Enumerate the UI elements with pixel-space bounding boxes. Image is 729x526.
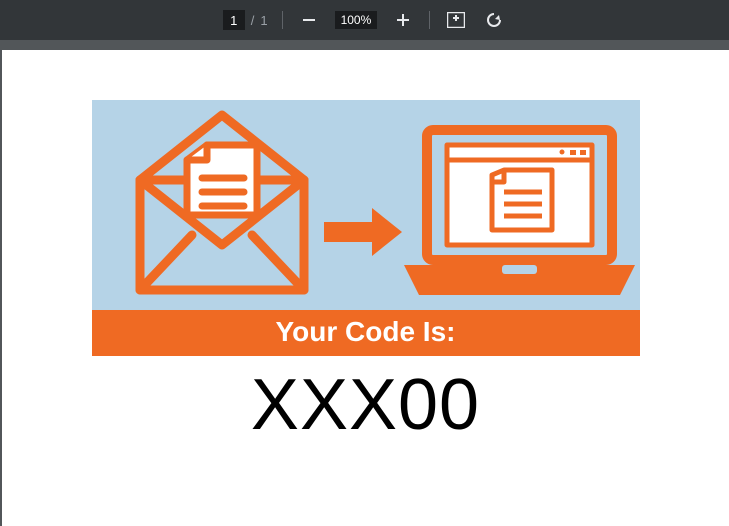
page-indicator: / 1 bbox=[223, 10, 268, 30]
rotate-icon bbox=[485, 11, 503, 29]
banner-svg bbox=[92, 100, 640, 310]
pdf-viewport: Your Code Is: XXX00 bbox=[0, 50, 729, 526]
pdf-toolbar: / 1 100% bbox=[0, 0, 729, 40]
envelope-document-icon bbox=[140, 115, 304, 290]
fit-page-icon bbox=[447, 12, 465, 28]
rotate-button[interactable] bbox=[482, 8, 506, 32]
zoom-in-button[interactable] bbox=[391, 8, 415, 32]
code-banner: Your Code Is: bbox=[92, 100, 640, 356]
zoom-in-icon bbox=[396, 13, 410, 27]
zoom-out-icon bbox=[302, 13, 316, 27]
total-pages: 1 bbox=[260, 13, 267, 28]
laptop-document-icon bbox=[404, 130, 635, 295]
arrow-right-icon bbox=[324, 208, 402, 256]
page-separator: / bbox=[251, 13, 255, 28]
toolbar-separator bbox=[429, 11, 430, 29]
fit-page-button[interactable] bbox=[444, 8, 468, 32]
zoom-out-button[interactable] bbox=[297, 8, 321, 32]
toolbar-separator bbox=[282, 11, 283, 29]
zoom-level[interactable]: 100% bbox=[335, 11, 378, 29]
banner-graphic bbox=[92, 100, 640, 310]
pdf-page: Your Code Is: XXX00 bbox=[2, 50, 729, 526]
code-value: XXX00 bbox=[251, 364, 480, 446]
banner-label: Your Code Is: bbox=[92, 310, 640, 356]
page-number-input[interactable] bbox=[223, 10, 245, 30]
